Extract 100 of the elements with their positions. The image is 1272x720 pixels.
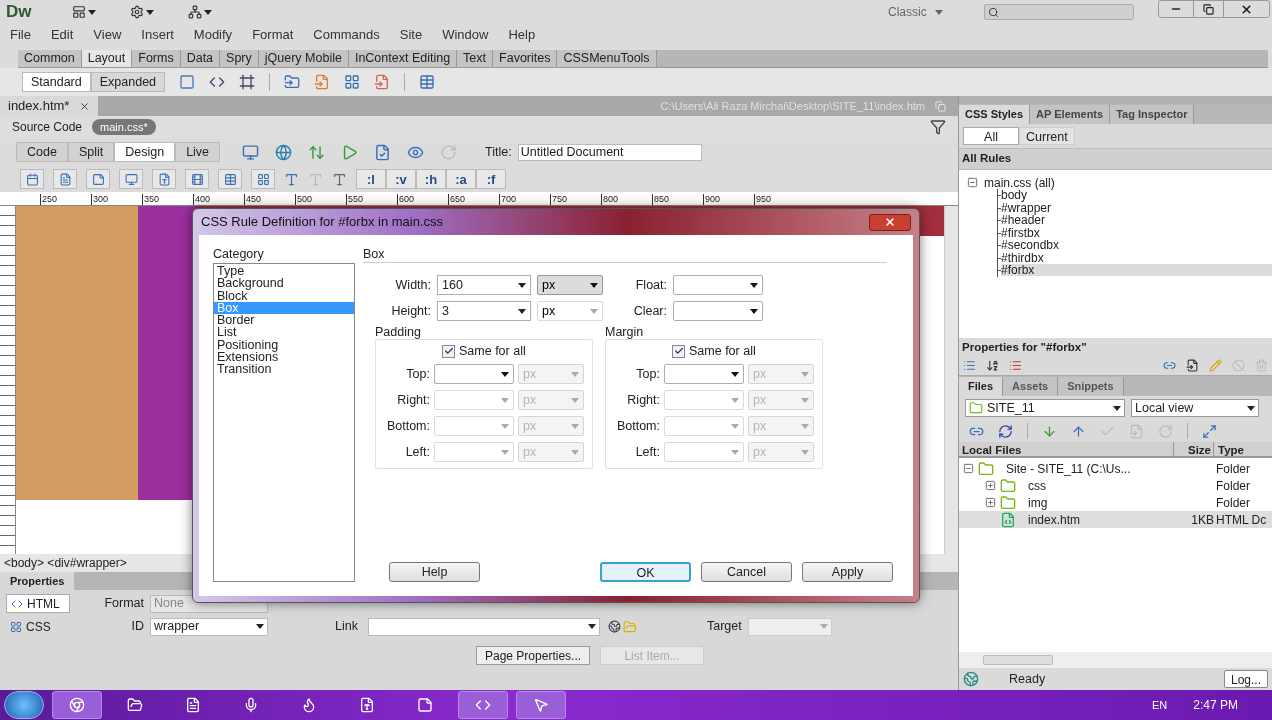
expand-icon[interactable] — [985, 497, 996, 508]
title-field[interactable]: Untitled Document — [517, 143, 702, 161]
view-button[interactable]: Design — [114, 142, 176, 162]
panel-tab[interactable]: Snippets — [1058, 377, 1124, 396]
panel-tab[interactable]: Tag Inspector — [1110, 105, 1195, 124]
refresh-icon[interactable] — [998, 423, 1013, 439]
pseudo-class-button[interactable]: :f — [476, 169, 506, 189]
insert-tab[interactable]: Text — [457, 50, 494, 67]
site-select[interactable]: SITE_11 — [965, 399, 1125, 417]
column-header[interactable]: Local Files — [959, 442, 1174, 456]
insert-tab[interactable]: InContext Editing — [348, 50, 458, 67]
panel-tab[interactable]: CSS Styles — [959, 105, 1031, 124]
file-row[interactable]: img Folder — [959, 494, 1272, 511]
insert-tab[interactable]: jQuery Mobile — [258, 50, 349, 67]
panel-tab[interactable]: AP Elements — [1030, 105, 1111, 124]
close-tab-icon[interactable] — [79, 100, 91, 112]
menu-item[interactable]: View — [83, 25, 132, 45]
style-tool-icon[interactable] — [124, 172, 138, 186]
related-file-tab[interactable]: main.css* — [92, 118, 156, 136]
document-tab[interactable]: index.htm* — [0, 96, 99, 116]
pseudo-class-button[interactable]: :l — [356, 169, 386, 189]
menu-item[interactable]: Commands — [303, 25, 390, 45]
option-select[interactable] — [673, 275, 763, 295]
style-tool-icon[interactable] — [91, 172, 105, 186]
settings-menu[interactable] — [130, 5, 154, 19]
menu-item[interactable]: Insert — [131, 25, 184, 45]
style-tool-icon[interactable] — [256, 172, 270, 186]
check-in-icon[interactable] — [1129, 423, 1144, 439]
dialog-button[interactable]: Apply — [802, 562, 893, 582]
get-files-icon[interactable] — [1042, 423, 1057, 439]
collapse-icon[interactable] — [967, 177, 978, 188]
tag-selector[interactable]: <body> <div#wrapper> — [4, 554, 127, 572]
menu-item[interactable]: Help — [498, 25, 546, 45]
css-rule[interactable]: body — [1001, 189, 1272, 202]
stylesheet-name[interactable]: main.css (all) — [984, 176, 1055, 189]
css-rule[interactable]: #thirdbx — [1001, 251, 1272, 264]
style-tool-icon[interactable] — [25, 172, 39, 186]
text-icon[interactable] — [284, 171, 299, 187]
link-icon[interactable] — [1163, 359, 1176, 372]
div-icon[interactable] — [179, 74, 196, 90]
pseudo-class-button[interactable]: :h — [416, 169, 446, 189]
dialog-button[interactable]: Help — [389, 562, 480, 582]
view-button[interactable]: Live — [175, 142, 221, 162]
insert-tab[interactable]: Data — [180, 50, 221, 67]
set-properties-icon[interactable] — [1009, 359, 1022, 372]
checkbox[interactable] — [672, 344, 685, 358]
source-code-label[interactable]: Source Code — [12, 118, 83, 136]
layout-mode-button[interactable]: Expanded — [90, 72, 166, 92]
frame-icon[interactable] — [239, 74, 256, 90]
language-indicator[interactable]: EN — [1152, 696, 1168, 714]
link-field[interactable] — [368, 617, 600, 636]
insert-tab[interactable]: Favorites — [493, 50, 558, 67]
css-rule[interactable]: #secondbx — [1001, 239, 1272, 252]
property-mode-button[interactable]: HTML — [6, 594, 70, 613]
category-view-icon[interactable] — [963, 359, 976, 372]
category-item[interactable]: Transition — [214, 363, 354, 376]
table-icon[interactable] — [419, 74, 436, 90]
expand-icon[interactable] — [985, 480, 996, 491]
taskbar-app[interactable] — [52, 691, 102, 719]
menu-item[interactable]: File — [0, 25, 41, 45]
id-select[interactable]: wrapper — [150, 617, 268, 636]
menu-item[interactable]: Window — [432, 25, 499, 45]
insert-tab[interactable]: Layout — [81, 50, 133, 67]
tooltip-insert-icon[interactable] — [374, 74, 391, 90]
file-row[interactable]: index.htm 1KB HTML Dc — [959, 511, 1272, 528]
property-mode-button[interactable]: CSS — [6, 617, 70, 636]
monitor-icon[interactable] — [242, 143, 260, 161]
pseudo-class-button[interactable]: :v — [386, 169, 416, 189]
property-button[interactable]: Page Properties... — [476, 646, 591, 665]
new-rule-icon[interactable] — [1186, 359, 1199, 372]
collapse-icon[interactable] — [963, 463, 974, 474]
view-button[interactable]: Split — [67, 142, 115, 162]
insert-tab[interactable]: CSSMenuTools — [557, 50, 657, 67]
style-tool-icon[interactable] — [157, 172, 171, 186]
style-tool-icon[interactable] — [190, 172, 204, 186]
menu-item[interactable]: Format — [242, 25, 304, 45]
expand-panel-icon[interactable] — [1202, 423, 1217, 439]
value-field[interactable]: 3 — [437, 301, 531, 321]
layout-mode-button[interactable]: Standard — [22, 72, 91, 92]
value-select[interactable] — [434, 364, 514, 384]
panel-insert-icon[interactable] — [314, 74, 331, 90]
start-button[interactable] — [4, 691, 44, 719]
panel-tab[interactable]: Assets — [1003, 377, 1059, 396]
view-button[interactable]: Code — [16, 142, 68, 162]
insert-tab[interactable]: Spry — [220, 50, 259, 67]
play-icon[interactable] — [341, 143, 359, 161]
menu-item[interactable]: Site — [389, 25, 433, 45]
checkbox[interactable] — [442, 344, 455, 358]
workspace-switcher[interactable]: Classic — [888, 3, 978, 21]
close-button[interactable] — [869, 213, 911, 231]
option-select[interactable] — [673, 301, 763, 321]
menu-item[interactable]: Modify — [183, 25, 243, 45]
category-item[interactable]: Positioning — [214, 338, 354, 352]
dialog-button[interactable]: Cancel — [701, 562, 792, 582]
code-block-icon[interactable] — [209, 74, 226, 90]
css-rule[interactable]: #header — [1001, 214, 1272, 227]
value-field[interactable]: 160 — [437, 275, 531, 295]
site-menu[interactable] — [188, 5, 212, 19]
search-field[interactable] — [984, 4, 1134, 20]
css-rule[interactable]: #wrapper — [1001, 201, 1272, 214]
